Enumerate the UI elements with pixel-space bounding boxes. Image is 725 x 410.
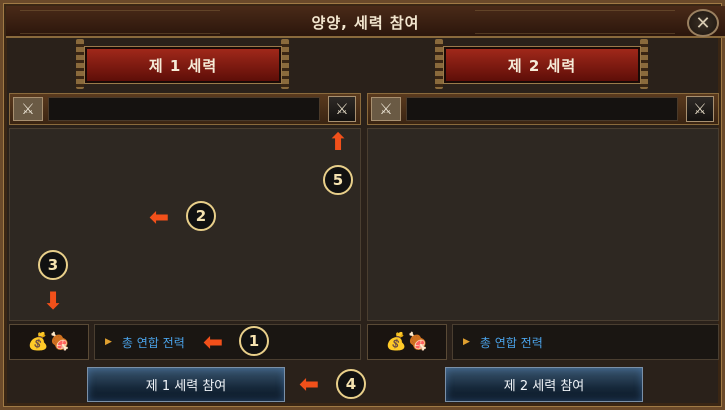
annotation-arrow-up-icon: ⬆ (328, 128, 349, 156)
crossed-swords-icon: ⚔ (693, 100, 707, 118)
meat-icon: 🍖 (49, 332, 71, 352)
faction-1-search-row: ⚔ ⚔ (9, 93, 361, 125)
annotation-arrow-left-icon: ⬅ (203, 328, 224, 356)
faction-1-name: 제 1 세력 (148, 56, 218, 75)
chain-ornament (435, 39, 443, 89)
annotation-arrow-left-icon: ⬅ (149, 203, 170, 231)
annotation-number-3: 3 (38, 250, 68, 280)
faction-2-header: 제 2 세력 (444, 47, 640, 83)
faction-2-search-row: ⚔ ⚔ (367, 93, 719, 125)
faction-1-total-power: ▶ 총 연합 전력 (94, 324, 361, 360)
annotation-number-2: 2 (186, 201, 216, 231)
faction-1-footer: 💰 🍖 ▶ 총 연합 전력 (9, 324, 361, 360)
chain-ornament (281, 39, 289, 89)
chain-ornament (640, 39, 648, 89)
annotation-arrow-down-icon: ⬇ (43, 287, 64, 315)
faction-1-total-power-label: 총 연합 전력 (121, 335, 185, 350)
faction-1-search-input[interactable] (48, 97, 320, 121)
annotation-number-1: 1 (239, 326, 269, 356)
coins-icon: 💰 (385, 332, 407, 352)
chain-ornament (76, 39, 84, 89)
crossed-swords-icon: ⚔ (335, 100, 349, 118)
crossed-swords-icon: ⚔ (371, 97, 401, 121)
faction-2-footer: 💰 🍖 ▶ 총 연합 전력 (367, 324, 719, 360)
annotation-number-4: 4 (336, 369, 366, 399)
play-arrow-icon: ▶ (105, 337, 112, 347)
coins-icon: 💰 (27, 332, 49, 352)
faction-2-total-power-label: 총 연합 전력 (479, 335, 543, 350)
faction-2-treasure-icon[interactable]: 💰 🍖 (367, 324, 447, 360)
faction-2-join-label: 제 2 세력 참여 (503, 379, 585, 394)
faction-2-search-input[interactable] (406, 97, 678, 121)
faction-1-search-button[interactable]: ⚔ (328, 96, 356, 122)
faction-1-join-label: 제 1 세력 참여 (145, 379, 227, 394)
faction-2-total-power: ▶ 총 연합 전력 (452, 324, 719, 360)
faction-2-join-button[interactable]: 제 2 세력 참여 (445, 367, 643, 402)
window-title: 양양, 세력 참여 (311, 14, 420, 32)
title-bar[interactable]: 양양, 세력 참여 ✕ (6, 6, 725, 38)
faction-2-search-button[interactable]: ⚔ (686, 96, 714, 122)
faction-1-treasure-icon[interactable]: 💰 🍖 (9, 324, 89, 360)
faction-join-window: 양양, 세력 참여 ✕ 제 1 세력 ⚔ ⚔ 💰 🍖 ▶ 총 연합 전력 제 1 … (0, 0, 725, 410)
faction-1-header: 제 1 세력 (85, 47, 281, 83)
crossed-swords-icon: ⚔ (13, 97, 43, 121)
meat-icon: 🍖 (407, 332, 429, 352)
faction-2-name: 제 2 세력 (507, 56, 577, 75)
close-icon: ✕ (695, 12, 711, 34)
close-button[interactable]: ✕ (687, 9, 719, 37)
annotation-number-5: 5 (323, 165, 353, 195)
faction-2-member-list[interactable] (367, 128, 719, 321)
play-arrow-icon: ▶ (463, 337, 470, 347)
faction-1-join-button[interactable]: 제 1 세력 참여 (87, 367, 285, 402)
annotation-arrow-left-icon: ⬅ (299, 370, 320, 398)
